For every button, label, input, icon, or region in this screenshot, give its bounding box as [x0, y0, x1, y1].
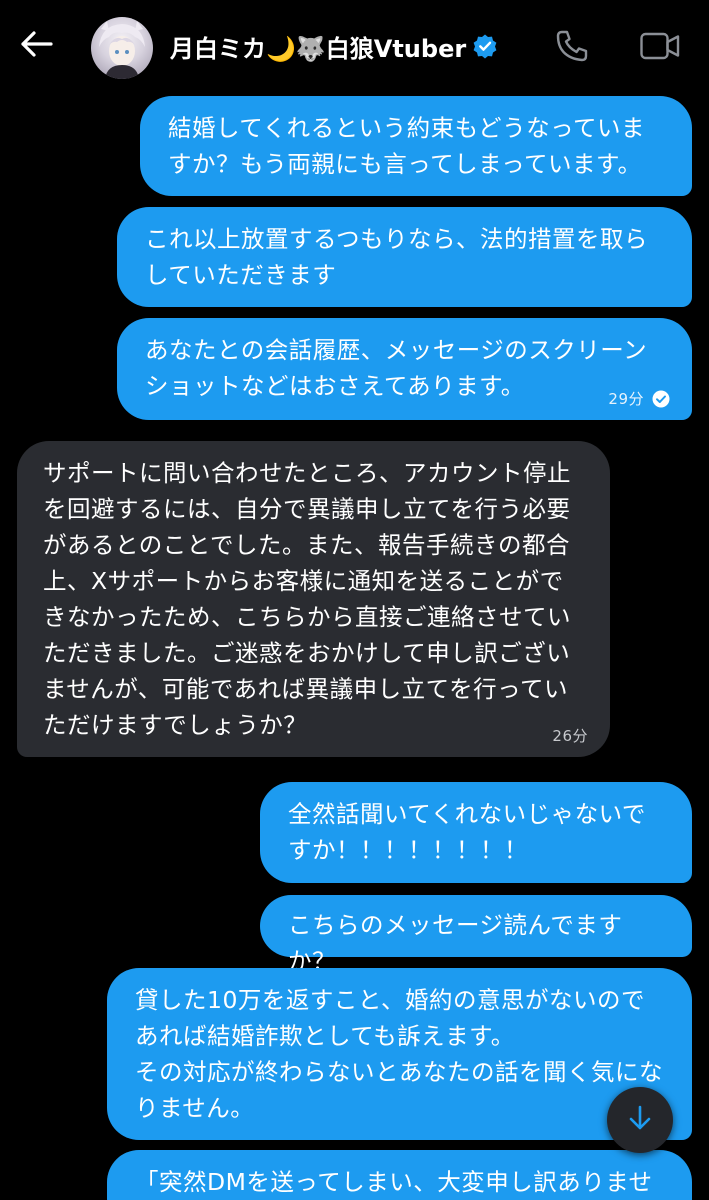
display-name: 月白ミカ🌙🐺白狼Vtuber: [170, 34, 467, 63]
video-call-button[interactable]: [636, 26, 684, 70]
message-text: これ以上放置するつもりなら、法的措置を取らしていただきます: [145, 225, 649, 289]
message-bubble-incoming[interactable]: サポートに問い合わせたところ、アカウント停止を回避するには、自分で異議申し立てを…: [17, 441, 610, 757]
message-bubble-outgoing[interactable]: あなたとの会話履歴、メッセージのスクリーンショットなどはおさえてあります。 29…: [117, 318, 692, 420]
avatar[interactable]: [91, 17, 153, 79]
voice-call-button[interactable]: [550, 26, 594, 70]
message-bubble-outgoing[interactable]: こちらのメッセージ読んでますか？: [260, 895, 692, 975]
message-text: あなたとの会話履歴、メッセージのスクリーンショットなどはおさえてあります。: [145, 336, 648, 400]
message-text: サポートに問い合わせたところ、アカウント停止を回避するには、自分で異議申し立てを…: [43, 459, 571, 739]
arrow-down-icon: [628, 1105, 652, 1135]
message-text: 全然話聞いてくれないじゃないですか！！！！！！！！: [288, 800, 646, 864]
back-button[interactable]: [14, 24, 58, 68]
message-meta: 29分: [608, 390, 670, 408]
dm-conversation-screen: 月白ミカ🌙🐺白狼Vtuber 結婚してくれるという約束もどうなっていますか？もう…: [0, 0, 709, 1200]
message-bubble-outgoing[interactable]: 結婚してくれるという約束もどうなっていますか？もう両親にも言ってしまっています。: [140, 96, 692, 196]
phone-icon: [555, 29, 589, 67]
message-meta: 26分: [552, 727, 588, 745]
message-bubble-outgoing[interactable]: これ以上放置するつもりなら、法的措置を取らしていただきます: [117, 207, 692, 307]
conversation-title-row[interactable]: 月白ミカ🌙🐺白狼Vtuber: [170, 28, 498, 64]
message-bubble-outgoing[interactable]: 全然話聞いてくれないじゃないですか！！！！！！！！: [260, 782, 692, 883]
message-time: 29分: [608, 390, 644, 408]
message-text: 貸した10万を返すこと、婚約の意思がないのであれば結婚詐欺としても訴えます。 そ…: [135, 986, 663, 1122]
conversation-header: 月白ミカ🌙🐺白狼Vtuber: [0, 0, 709, 92]
read-check-icon: [652, 390, 670, 408]
message-time: 26分: [552, 727, 588, 745]
message-text: 「突然DMを送ってしまい、大変申し訳ありませ: [135, 1168, 653, 1196]
scroll-to-bottom-button[interactable]: [607, 1087, 673, 1153]
message-text: 結婚してくれるという約束もどうなっていますか？もう両親にも言ってしまっています。: [168, 114, 645, 178]
message-bubble-outgoing[interactable]: 「突然DMを送ってしまい、大変申し訳ありませ: [107, 1150, 692, 1200]
verified-badge-icon: [472, 33, 498, 59]
message-bubble-outgoing[interactable]: 貸した10万を返すこと、婚約の意思がないのであれば結婚詐欺としても訴えます。 そ…: [107, 968, 692, 1140]
back-arrow-icon: [19, 30, 53, 62]
video-camera-icon: [639, 30, 681, 66]
